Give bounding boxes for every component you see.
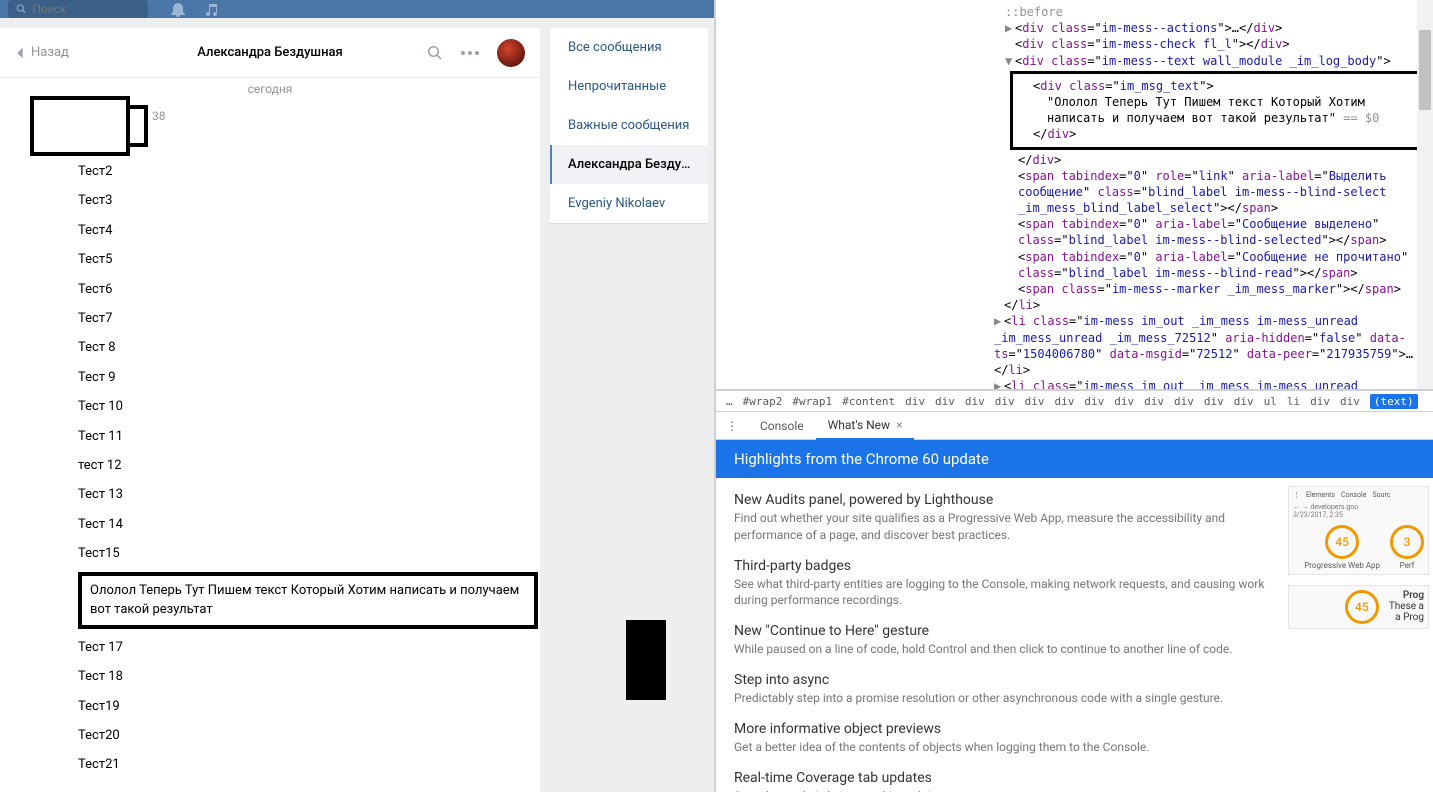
chevron-left-icon — [15, 46, 25, 60]
breadcrumb-item[interactable]: div — [1144, 395, 1164, 408]
breadcrumb-item[interactable]: div — [1310, 395, 1330, 408]
close-icon[interactable]: × — [896, 418, 902, 432]
breadcrumb-item[interactable]: ul — [1264, 395, 1277, 408]
tab-whatsnew[interactable]: What's New× — [816, 412, 915, 440]
dom-breadcrumbs[interactable]: …#wrap2#wrap1#contentdivdivdivdivdivdivd… — [716, 390, 1433, 412]
dom-highlight-box: ▼<div class="im_msg_text"> "Ололол Тепер… — [1010, 71, 1429, 150]
message-item[interactable]: Тест 9 — [78, 363, 520, 392]
breadcrumb-item[interactable]: #content — [842, 395, 895, 408]
whatsnew-item[interactable]: New "Continue to Here" gestureWhile paus… — [734, 623, 1270, 658]
message-item[interactable]: Тест 10 — [78, 392, 520, 421]
back-button[interactable]: Назад — [15, 45, 69, 60]
whatsnew-banner: Highlights from the Chrome 60 update — [716, 440, 1433, 478]
breadcrumb-item[interactable]: div — [1114, 395, 1134, 408]
whatsnew-side-preview: ⋮ElementsConsoleSourc ← → developers.goo… — [1288, 478, 1433, 792]
redaction-box — [30, 100, 130, 156]
chat-column: Назад Александра Бездушная сегодня 38 — [0, 28, 540, 792]
message-item[interactable]: Тест3 — [78, 186, 520, 215]
breadcrumb-item[interactable]: #wrap1 — [792, 395, 832, 408]
message-item[interactable]: Тест6 — [78, 275, 520, 304]
sidebar-filter-item[interactable]: Непрочитанные — [550, 67, 708, 106]
breadcrumb-item[interactable]: div — [995, 395, 1015, 408]
search-icon — [16, 3, 26, 15]
breadcrumb-item[interactable]: div — [935, 395, 955, 408]
devtools-pane: ::before ▶<div class="im-mess--actions">… — [714, 0, 1433, 792]
breadcrumb-item[interactable]: #wrap2 — [743, 395, 783, 408]
drawer-menu-icon[interactable]: ⋮ — [716, 419, 748, 433]
topbar-icons — [170, 1, 220, 17]
breadcrumb-active[interactable]: (text) — [1370, 394, 1418, 409]
breadcrumb-item[interactable]: li — [1287, 395, 1300, 408]
message-item[interactable]: тест 12 — [78, 451, 520, 480]
messages-list[interactable]: 38 Тест2Тест3Тест4Тест5Тест6Тест7Тест 8Т… — [0, 100, 540, 792]
message-item[interactable]: Тест7 — [78, 304, 520, 333]
message-item[interactable]: Тест 17 — [78, 633, 520, 662]
message-item[interactable]: Тест 14 — [78, 510, 520, 539]
breadcrumb-item[interactable]: div — [1340, 395, 1360, 408]
music-icon[interactable] — [204, 1, 220, 17]
breadcrumb-item[interactable]: div — [1174, 395, 1194, 408]
message-highlighted[interactable]: Ололол Теперь Тут Пишем текст Который Хо… — [78, 572, 538, 628]
search-box[interactable] — [8, 0, 148, 18]
drawer-tabs: ⋮ Console What's New× — [716, 412, 1433, 440]
message-item[interactable]: Тест4 — [78, 216, 520, 245]
message-item[interactable]: Тест2 — [78, 157, 520, 186]
back-label: Назад — [31, 45, 69, 60]
whatsnew-body: New Audits panel, powered by LighthouseF… — [716, 478, 1433, 792]
peer-avatar-small[interactable] — [497, 39, 525, 67]
message-item[interactable]: Тест 8 — [78, 333, 520, 362]
topbar — [0, 0, 714, 18]
sidebar-filter-item[interactable]: Все сообщения — [550, 28, 708, 67]
breadcrumb-item[interactable]: div — [1234, 395, 1254, 408]
main-row: Назад Александра Бездушная сегодня 38 — [0, 18, 714, 792]
chat-title[interactable]: Александра Бездушная — [197, 45, 342, 60]
dom-elements-panel[interactable]: ::before ▶<div class="im-mess--actions">… — [716, 0, 1433, 390]
breadcrumb-item[interactable]: div — [1084, 395, 1104, 408]
whatsnew-item[interactable]: Step into asyncPredictably step into a p… — [734, 672, 1270, 707]
breadcrumb-item[interactable]: div — [1025, 395, 1045, 408]
whatsnew-item[interactable]: Third-party badgesSee what third-party e… — [734, 558, 1270, 610]
whatsnew-item[interactable]: New Audits panel, powered by LighthouseF… — [734, 492, 1270, 544]
app-left-pane: Назад Александра Бездушная сегодня 38 — [0, 0, 714, 792]
message-item[interactable]: Тест 18 — [78, 662, 520, 691]
message-item[interactable]: Тест 11 — [78, 422, 520, 451]
message-item[interactable]: Тест21 — [78, 750, 520, 779]
sidebar-filter-item[interactable]: Александра Бездушная — [550, 145, 708, 184]
tab-console[interactable]: Console — [748, 413, 816, 439]
breadcrumb-item[interactable]: div — [1054, 395, 1074, 408]
message-item[interactable]: Тест19 — [78, 692, 520, 721]
more-icon[interactable] — [461, 51, 479, 55]
redaction-box-bottom — [626, 620, 666, 700]
scrollbar-vertical[interactable] — [1417, 0, 1433, 389]
message-time: 38 — [152, 105, 166, 123]
breadcrumb-item[interactable]: … — [726, 395, 733, 408]
whatsnew-item[interactable]: Real-time Coverage tab updatesSee what c… — [734, 770, 1270, 792]
breadcrumb-item[interactable]: div — [1204, 395, 1224, 408]
sidebar-filter-item[interactable]: Важные сообщения — [550, 106, 708, 145]
whatsnew-list[interactable]: New Audits panel, powered by LighthouseF… — [716, 478, 1288, 792]
chat-header: Назад Александра Бездушная — [0, 28, 540, 78]
header-right — [427, 39, 525, 67]
search-icon[interactable] — [427, 45, 443, 61]
message-item[interactable]: Тест15 — [78, 539, 520, 568]
message-item[interactable]: Тест5 — [78, 245, 520, 274]
breadcrumb-item[interactable]: div — [965, 395, 985, 408]
whatsnew-item[interactable]: More informative object previewsGet a be… — [734, 721, 1270, 756]
message-item[interactable]: Тест 13 — [78, 480, 520, 509]
breadcrumb-item[interactable]: div — [905, 395, 925, 408]
search-input[interactable] — [32, 2, 140, 16]
bell-icon[interactable] — [170, 1, 186, 17]
filters-sidebar: Все сообщенияНепрочитанныеВажные сообщен… — [550, 28, 708, 223]
sidebar-filter-item[interactable]: Evgeniy Nikolaev — [550, 184, 708, 223]
message-item[interactable]: Тест20 — [78, 721, 520, 750]
